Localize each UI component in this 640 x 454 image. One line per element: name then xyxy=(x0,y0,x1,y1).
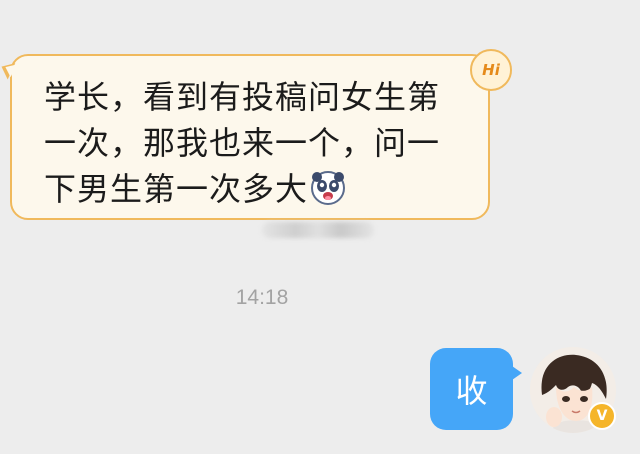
incoming-message-text: 学长，看到有投稿问女生第一次，那我也来一个，问一下男生第一次多大 xyxy=(44,74,458,212)
vip-badge-icon: V xyxy=(588,402,616,430)
hi-badge-label: Hi xyxy=(482,61,500,79)
blurred-sender-name xyxy=(262,222,374,238)
outgoing-message-bubble[interactable]: 收 xyxy=(430,348,522,430)
hi-badge-icon: Hi xyxy=(470,49,512,91)
chat-view: 学长，看到有投稿问女生第一次，那我也来一个，问一下男生第一次多大 Hi 14:1… xyxy=(0,0,640,454)
panda-face-emoji-icon xyxy=(310,170,346,206)
message-timestamp: 14:18 xyxy=(235,286,289,309)
incoming-message-bubble[interactable]: 学长，看到有投稿问女生第一次，那我也来一个，问一下男生第一次多大 xyxy=(10,54,490,220)
incoming-message-content: 学长，看到有投稿问女生第一次，那我也来一个，问一下男生第一次多大 xyxy=(44,78,441,208)
outgoing-message-text: 收 xyxy=(455,372,488,410)
